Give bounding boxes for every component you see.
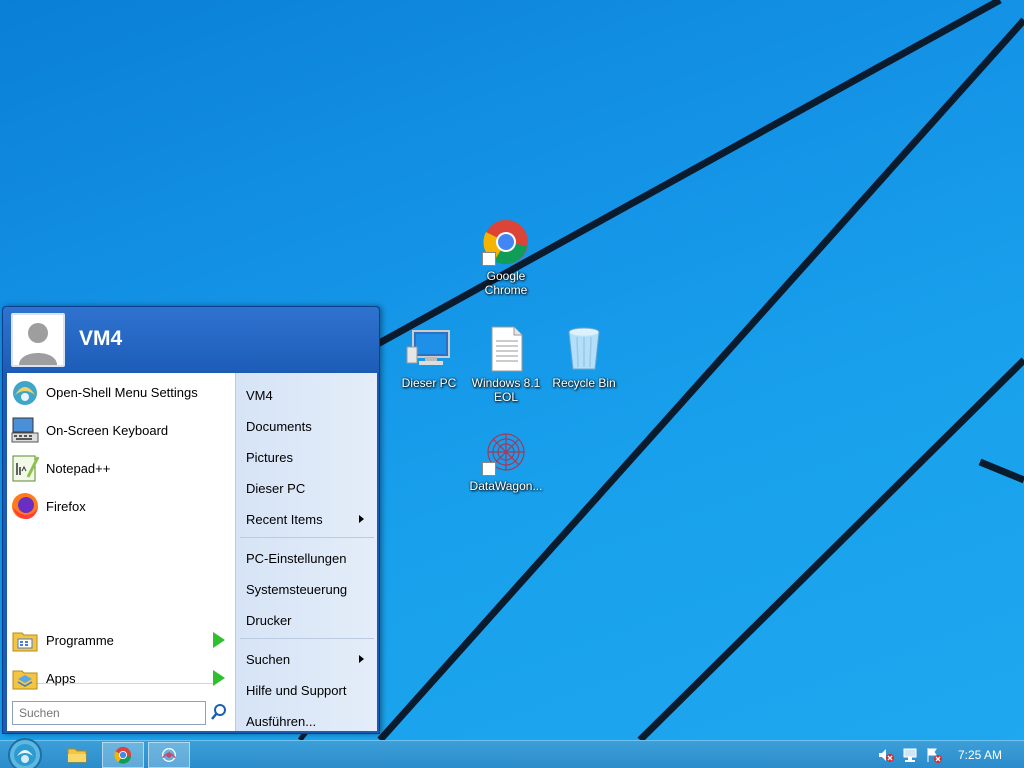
- desktop-icon-recycle-bin[interactable]: Recycle Bin: [546, 325, 622, 390]
- desktop-icon-dieser-pc[interactable]: Dieser PC: [391, 325, 467, 390]
- computer-icon: [406, 330, 450, 365]
- open-shell-icon: [10, 377, 40, 407]
- menu-item-suchen[interactable]: Suchen: [246, 645, 374, 673]
- user-silhouette-icon: [13, 315, 63, 365]
- firefox-icon: [10, 491, 40, 521]
- desktop-icon-label: Recycle Bin: [552, 376, 616, 390]
- menu-item-pc-einstellungen[interactable]: PC-Einstellungen: [246, 544, 374, 572]
- menu-item-documents[interactable]: Documents: [246, 412, 374, 440]
- start-menu-header: VM4: [3, 307, 379, 371]
- desktop-icon-datawagon[interactable]: DataWagon...: [468, 428, 544, 493]
- pinned-label: Firefox: [46, 498, 86, 514]
- menu-item-label: VM4: [246, 387, 273, 403]
- start-button[interactable]: [6, 736, 44, 768]
- expand-arrow-icon: [213, 632, 225, 648]
- pinned-label: Open-Shell Menu Settings: [46, 384, 198, 400]
- programs-folder-icon: [10, 625, 40, 655]
- text-document-icon: [491, 326, 523, 372]
- programs-menu-item[interactable]: Programme: [7, 623, 235, 657]
- system-tray: 7:25 AM: [864, 741, 1024, 768]
- taskbar-file-explorer[interactable]: [56, 742, 98, 768]
- pinned-label: On-Screen Keyboard: [46, 422, 169, 438]
- menu-item-systemsteuerung[interactable]: Systemsteuerung: [246, 575, 374, 603]
- pinned-notepad-plus-plus[interactable]: Notepad++: [7, 451, 235, 485]
- desktop-icon-windows-8-1-eol[interactable]: Windows 8.1 EOL: [468, 325, 544, 404]
- submenu-arrow-icon: [359, 655, 364, 663]
- desktop-icon-label: Windows 8.1 EOL: [471, 376, 541, 404]
- menu-item-dieser-pc[interactable]: Dieser PC: [246, 474, 374, 502]
- desktop-icon-google-chrome[interactable]: Google Chrome: [468, 218, 544, 297]
- menu-item-label: Pictures: [246, 449, 293, 465]
- apps-menu-item[interactable]: Apps: [7, 661, 235, 695]
- speaker-muted-icon[interactable]: [878, 747, 894, 763]
- menu-item-label: Suchen: [246, 651, 291, 667]
- programs-label: Programme: [46, 632, 114, 648]
- taskbar-chrome[interactable]: [102, 742, 144, 768]
- clock[interactable]: 7:25 AM: [958, 748, 1002, 762]
- start-search-input[interactable]: [12, 701, 206, 725]
- desktop-icon-label: Dieser PC: [401, 376, 457, 390]
- chrome-icon: [114, 746, 132, 764]
- shortcut-arrow-icon: [482, 462, 496, 476]
- expand-arrow-icon: [213, 670, 225, 686]
- network-icon[interactable]: [902, 747, 918, 763]
- desktop-icon-label: Google Chrome: [484, 269, 528, 297]
- taskbar: 7:25 AM: [0, 738, 1024, 768]
- pinned-label: Notepad++: [46, 460, 111, 476]
- start-menu-right-pane: VM4 Documents Pictures Dieser PC Recent …: [235, 373, 377, 731]
- notepad-plus-plus-icon: [10, 453, 40, 483]
- pinned-firefox[interactable]: Firefox: [7, 489, 235, 523]
- menu-item-ausfuehren[interactable]: Ausführen...: [246, 707, 374, 735]
- submenu-arrow-icon: [359, 515, 364, 523]
- menu-item-vm4[interactable]: VM4: [246, 381, 374, 409]
- shortcut-arrow-icon: [482, 252, 496, 266]
- recycle-bin-icon: [568, 327, 600, 370]
- keyboard-icon: [10, 415, 40, 445]
- menu-item-label: Dieser PC: [246, 480, 306, 496]
- user-avatar[interactable]: [11, 313, 65, 367]
- user-name: VM4: [79, 327, 123, 350]
- datawagon-icon: [162, 748, 176, 762]
- menu-item-label: Drucker: [246, 612, 292, 628]
- file-explorer-icon: [67, 748, 87, 763]
- right-pane-divider: [240, 638, 374, 639]
- menu-item-recent-items[interactable]: Recent Items: [246, 505, 374, 533]
- menu-item-label: Ausführen...: [246, 713, 317, 729]
- taskbar-datawagon[interactable]: [148, 742, 190, 768]
- pinned-open-shell-settings[interactable]: Open-Shell Menu Settings: [7, 375, 235, 409]
- menu-item-pictures[interactable]: Pictures: [246, 443, 374, 471]
- action-center-icon[interactable]: [926, 747, 942, 763]
- apps-label: Apps: [46, 670, 76, 686]
- start-menu: VM4 Open-Shell Menu Settings On-Screen K…: [2, 306, 380, 734]
- search-icon[interactable]: [210, 703, 228, 721]
- pinned-on-screen-keyboard[interactable]: On-Screen Keyboard: [7, 413, 235, 447]
- menu-item-label: Systemsteuerung: [246, 581, 348, 597]
- apps-folder-icon: [10, 663, 40, 693]
- menu-item-label: Hilfe und Support: [246, 682, 347, 698]
- start-menu-left-pane: Open-Shell Menu Settings On-Screen Keybo…: [7, 373, 235, 731]
- menu-item-hilfe-und-support[interactable]: Hilfe und Support: [246, 676, 374, 704]
- right-pane-divider: [240, 537, 374, 538]
- menu-item-label: Documents: [246, 418, 312, 434]
- menu-item-label: PC-Einstellungen: [246, 550, 347, 566]
- desktop-icon-label: DataWagon...: [469, 479, 543, 493]
- menu-item-label: Recent Items: [246, 511, 323, 527]
- menu-item-drucker[interactable]: Drucker: [246, 606, 374, 634]
